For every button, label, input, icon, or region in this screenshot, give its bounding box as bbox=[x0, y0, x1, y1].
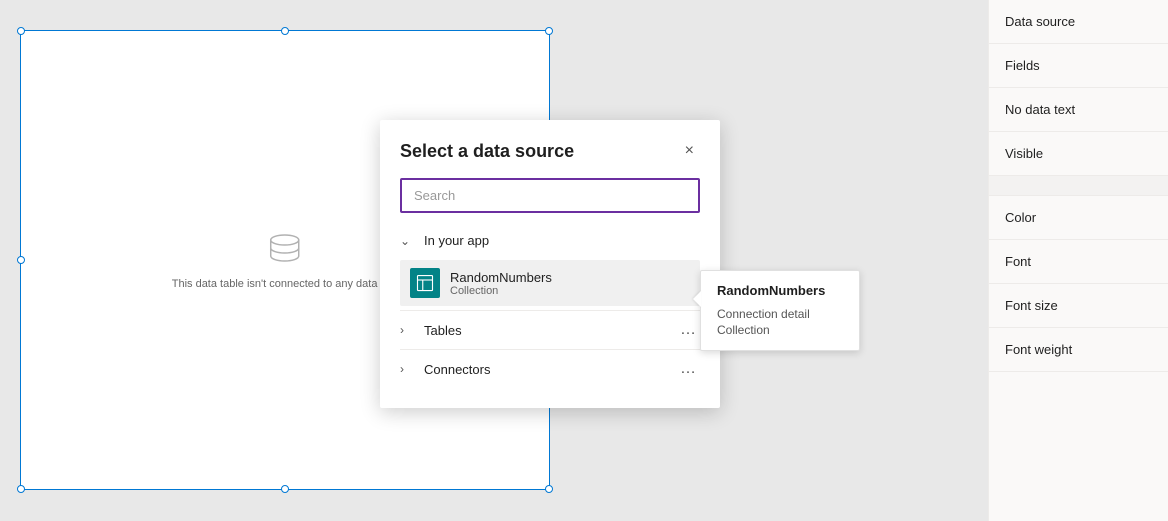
tables-row[interactable]: › Tables … bbox=[400, 310, 700, 349]
handle-bottom-right[interactable] bbox=[545, 485, 553, 493]
tables-more-icon[interactable]: … bbox=[676, 321, 700, 339]
handle-top-right[interactable] bbox=[545, 27, 553, 35]
chevron-right-icon-tables: › bbox=[400, 323, 416, 337]
random-numbers-sub: Collection bbox=[450, 285, 552, 297]
dialog-title: Select a data source bbox=[400, 141, 574, 162]
random-numbers-name: RandomNumbers bbox=[450, 270, 552, 285]
connectors-label: Connectors bbox=[424, 362, 490, 377]
panel-item-color[interactable]: Color bbox=[989, 196, 1168, 240]
connectors-row[interactable]: › Connectors … bbox=[400, 349, 700, 388]
handle-top-left[interactable] bbox=[17, 27, 25, 35]
panel-item-no-data-text[interactable]: No data text bbox=[989, 88, 1168, 132]
handle-top-center[interactable] bbox=[281, 27, 289, 35]
panel-item-font[interactable]: Font bbox=[989, 240, 1168, 284]
placeholder-text: This data table isn't connected to any d… bbox=[172, 278, 399, 290]
panel-item-font-weight[interactable]: Font weight bbox=[989, 328, 1168, 372]
tooltip-connection-detail: Connection detail bbox=[717, 306, 843, 322]
handle-bottom-center[interactable] bbox=[281, 485, 289, 493]
connectors-row-left: › Connectors bbox=[400, 362, 490, 377]
tables-row-left: › Tables bbox=[400, 323, 462, 338]
tooltip-title: RandomNumbers bbox=[717, 283, 843, 298]
panel-item-visible[interactable]: Visible bbox=[989, 132, 1168, 176]
close-button[interactable]: × bbox=[679, 140, 700, 162]
panel-spacer bbox=[989, 176, 1168, 196]
database-icon bbox=[265, 230, 305, 270]
chevron-down-icon: ⌄ bbox=[400, 234, 416, 248]
tooltip-collection: Collection bbox=[717, 322, 843, 338]
panel-item-data-source[interactable]: Data source bbox=[989, 0, 1168, 44]
handle-middle-left[interactable] bbox=[17, 256, 25, 264]
panel-item-fields[interactable]: Fields bbox=[989, 44, 1168, 88]
handle-bottom-left[interactable] bbox=[17, 485, 25, 493]
random-numbers-item[interactable]: RandomNumbers Collection bbox=[400, 260, 700, 306]
right-panel: Data source Fields No data text Visible … bbox=[988, 0, 1168, 521]
canvas-white: This data table isn't connected to any d… bbox=[20, 30, 550, 490]
chevron-right-icon-connectors: › bbox=[400, 362, 416, 376]
select-data-source-dialog: Select a data source × ⌄ In your app bbox=[380, 120, 720, 408]
data-item-text: RandomNumbers Collection bbox=[450, 270, 552, 297]
dialog-header: Select a data source × bbox=[400, 140, 700, 162]
canvas-area: Button This data table isn't connected t… bbox=[0, 0, 988, 521]
table-icon bbox=[416, 274, 434, 292]
search-input[interactable] bbox=[400, 178, 700, 213]
in-your-app-label: In your app bbox=[424, 233, 489, 248]
collection-icon bbox=[410, 268, 440, 298]
data-table-placeholder: This data table isn't connected to any d… bbox=[172, 230, 399, 290]
tables-label: Tables bbox=[424, 323, 462, 338]
in-your-app-section[interactable]: ⌄ In your app bbox=[400, 225, 700, 256]
tooltip-popup: RandomNumbers Connection detail Collecti… bbox=[700, 270, 860, 351]
panel-item-font-size[interactable]: Font size bbox=[989, 284, 1168, 328]
tooltip-arrow bbox=[693, 291, 701, 307]
connectors-more-icon[interactable]: … bbox=[676, 360, 700, 378]
